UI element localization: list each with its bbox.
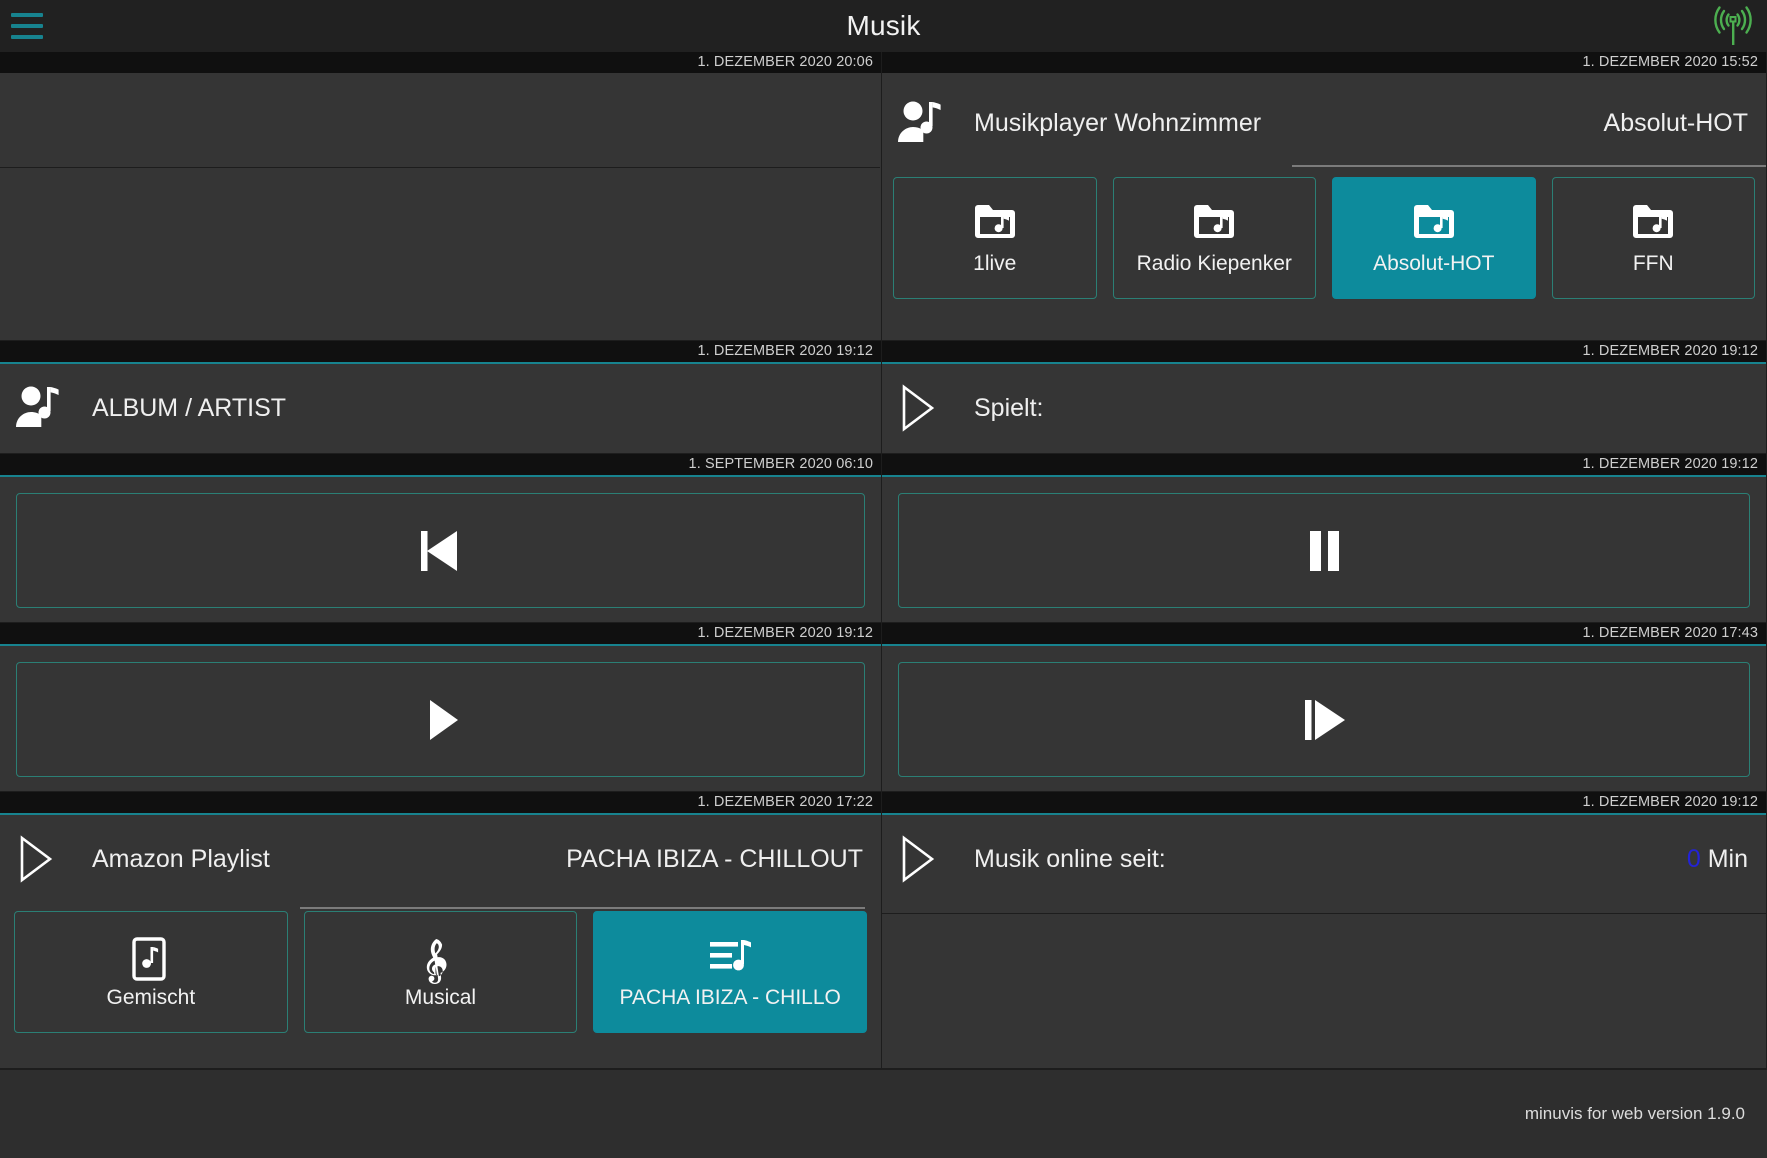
previous-track-button[interactable] [16,493,865,608]
control-wrapper [882,477,1766,622]
panel-body: Amazon Playlist PACHA IBIZA - CHILLOUT G… [0,815,881,1068]
online-minutes-number: 0 [1686,844,1701,873]
panel-header: Spielt: [882,364,1766,452]
panel-title: Musik online seit: [974,844,1166,873]
playlist-tile-gemischt[interactable]: Gemischt [14,911,288,1033]
pause-button[interactable] [898,493,1750,608]
panel-title: Spielt: [974,393,1044,422]
control-wrapper [0,646,881,791]
music-note-box-icon [129,936,173,981]
header-separator [300,907,865,909]
panel-blank-top-left: 1. DEZEMBER 2020 20:06 [0,52,882,341]
divider [0,167,880,168]
panel-timestamp: 1. DEZEMBER 2020 19:12 [0,623,881,644]
header-separator [1292,165,1766,167]
panel-body: ALBUM / ARTIST [0,364,881,453]
panel-previous-control: 1. SEPTEMBER 2020 06:10 [0,454,882,623]
broadcast-antenna-icon [1711,5,1755,47]
person-music-icon [14,385,70,431]
previous-track-icon [414,528,468,574]
panel-value: Absolut-HOT [1603,108,1748,137]
folder-music-icon [1631,203,1675,241]
playlist-tile-label: Musical [404,986,477,1008]
person-music-icon [896,100,952,146]
hamburger-bar [11,35,43,39]
station-tile-absolut-hot[interactable]: Absolut-HOT [1332,177,1536,299]
online-minutes-unit: Min [1700,844,1748,873]
control-wrapper [0,477,881,622]
next-track-icon [1297,697,1351,743]
panel-value: 0 Min [1687,845,1748,874]
folder-music-icon [973,203,1017,241]
panel-timestamp: 1. DEZEMBER 2020 19:12 [882,454,1766,475]
panel-body [882,477,1766,622]
play-outline-icon [14,834,70,884]
panel-album-artist: 1. DEZEMBER 2020 19:12 ALBUM / ARTIST [0,341,882,454]
panel-header: Musik online seit: 0 Min [882,815,1766,903]
station-tile-ffn[interactable]: FFN [1551,177,1755,299]
hamburger-bar [11,13,43,17]
panel-title: Amazon Playlist [92,844,270,873]
panel-header: Musikplayer Wohnzimmer Absolut-HOT [882,73,1766,173]
playlist-tile-musical[interactable]: Musical [303,911,578,1033]
panel-body [0,646,881,791]
hamburger-icon[interactable] [11,13,43,39]
panel-amazon-playlist: 1. DEZEMBER 2020 17:22 Amazon Playlist P… [0,792,882,1069]
panel-title: ALBUM / ARTIST [92,393,287,422]
panel-musikplayer: 1. DEZEMBER 2020 15:52 Musikplayer Wohnz… [882,52,1767,341]
play-icon [419,697,463,743]
next-track-button[interactable] [898,662,1750,777]
page-title: Musik [846,10,921,41]
panel-next-control: 1. DEZEMBER 2020 17:43 [882,623,1767,792]
playlist-tile-pacha-ibiza[interactable]: PACHA IBIZA - CHILLO [593,911,868,1033]
panel-header: Amazon Playlist PACHA IBIZA - CHILLOUT [0,815,881,903]
station-tile-label: Radio Kiepenker [1136,252,1292,274]
play-button[interactable] [16,662,865,777]
control-wrapper [882,646,1766,791]
dashboard-grid: 1. DEZEMBER 2020 20:06 1. DEZEMBER 2020 … [0,52,1767,1069]
panel-body [0,477,881,622]
station-tile-row: 1live Radio Kiepenker Absolut-HOT FFN [882,177,1766,299]
version-label: minuvis for web version 1.9.0 [1524,1104,1745,1123]
panel-timestamp: 1. DEZEMBER 2020 15:52 [882,52,1766,73]
playlist-tile-label: Gemischt [106,986,196,1008]
folder-music-icon [1192,203,1236,241]
panel-pause-control: 1. DEZEMBER 2020 19:12 [882,454,1767,623]
panel-body: Spielt: [882,364,1766,453]
panel-body: Musikplayer Wohnzimmer Absolut-HOT 1live… [882,73,1766,340]
panel-spielt: 1. DEZEMBER 2020 19:12 Spielt: [882,341,1767,454]
folder-music-icon [1412,203,1456,241]
panel-body: Musik online seit: 0 Min [882,815,1766,1068]
panel-title: Musikplayer Wohnzimmer [974,108,1262,137]
panel-header: ALBUM / ARTIST [0,364,881,452]
panel-play-control: 1. DEZEMBER 2020 19:12 [0,623,882,792]
playlist-note-icon [708,937,752,975]
play-outline-icon [896,834,952,884]
panel-timestamp: 1. DEZEMBER 2020 19:12 [882,792,1766,813]
top-bar: Musik [0,0,1767,52]
treble-clef-icon [419,937,463,984]
panel-timestamp: 1. SEPTEMBER 2020 06:10 [0,454,881,475]
station-tile-label: Absolut-HOT [1373,252,1495,274]
play-outline-icon [896,383,952,433]
pause-icon [1302,528,1346,574]
panel-timestamp: 1. DEZEMBER 2020 19:12 [0,341,881,362]
hamburger-bar [11,24,43,28]
footer-bar: minuvis for web version 1.9.0 [0,1069,1767,1158]
station-tile-radio-kiepenker[interactable]: Radio Kiepenker [1112,177,1316,299]
panel-timestamp: 1. DEZEMBER 2020 17:22 [0,792,881,813]
playlist-tile-label: PACHA IBIZA - CHILLO [619,986,841,1008]
panel-value: PACHA IBIZA - CHILLOUT [566,844,863,873]
playlist-tile-row: Gemischt Musical PACHA IBIZA - CHILLO [0,911,881,1033]
station-tile-label: FFN [1632,252,1674,274]
panel-musik-online-seit: 1. DEZEMBER 2020 19:12 Musik online seit… [882,792,1767,1069]
panel-timestamp: 1. DEZEMBER 2020 19:12 [882,341,1766,362]
panel-timestamp: 1. DEZEMBER 2020 20:06 [0,52,881,73]
panel-body [882,646,1766,791]
station-tile-1live[interactable]: 1live [893,177,1097,299]
divider [882,913,1766,914]
panel-timestamp: 1. DEZEMBER 2020 17:43 [882,623,1766,644]
panel-body [0,73,881,340]
station-tile-label: 1live [973,252,1017,274]
